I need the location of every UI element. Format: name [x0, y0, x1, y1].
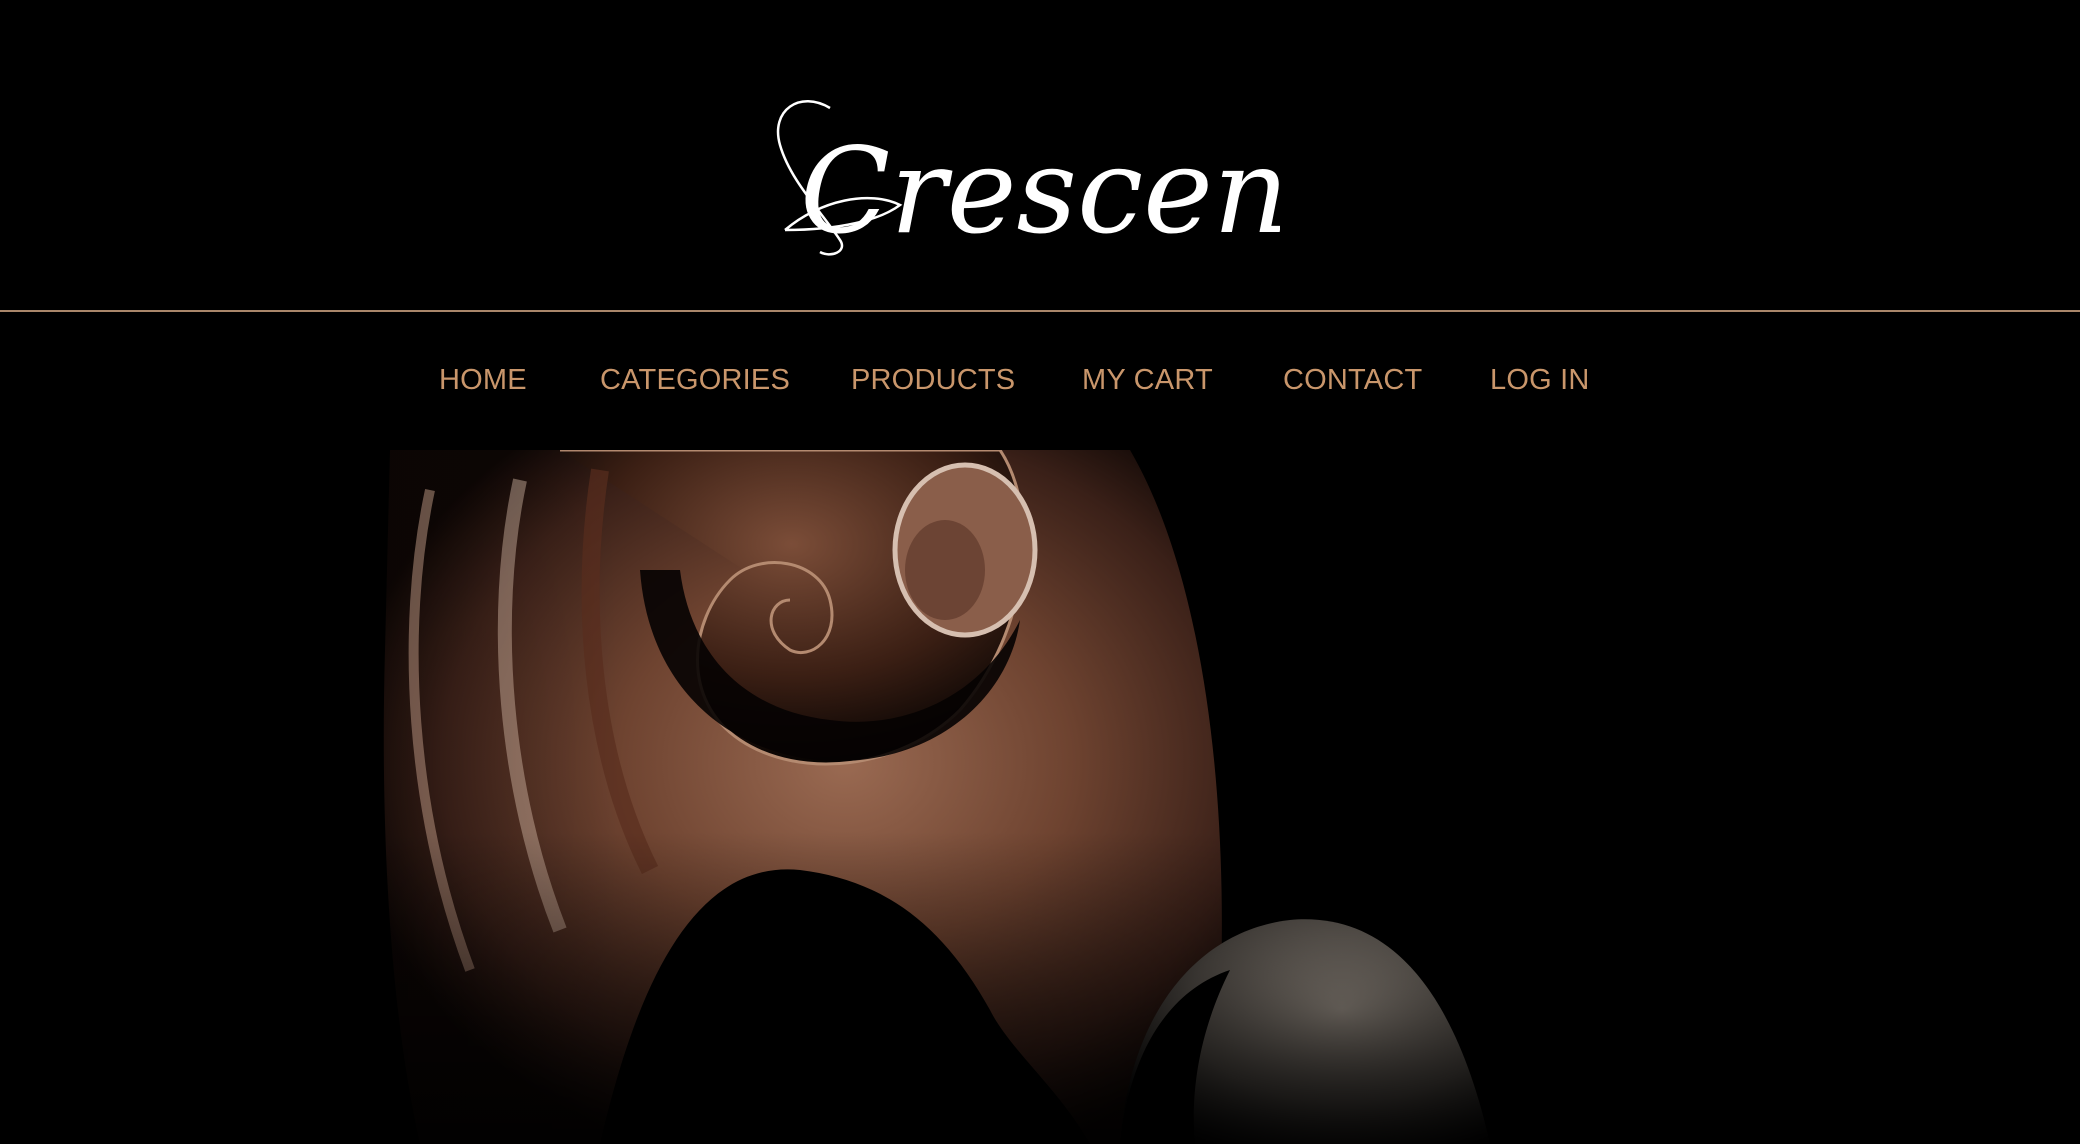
fade-bottom	[0, 450, 2080, 1144]
nav-home[interactable]: HOME	[439, 364, 527, 397]
nav-products[interactable]: PRODUCTS	[851, 364, 1015, 397]
site-header: Crescendo	[0, 0, 2080, 310]
nav-contact[interactable]: CONTACT	[1283, 364, 1422, 397]
brand-logo[interactable]: Crescendo	[760, 80, 1280, 270]
logo-text: Crescendo	[800, 122, 1280, 260]
nav-log-in[interactable]: LOG IN	[1490, 364, 1590, 397]
nav-categories[interactable]: CATEGORIES	[600, 364, 790, 397]
main-navigation: HOME CATEGORIES PRODUCTS MY CART CONTACT…	[0, 312, 2080, 450]
violin-scroll-image	[0, 450, 2080, 1144]
logo-script: Crescendo	[776, 100, 1280, 260]
hero-banner	[0, 450, 2080, 1144]
nav-my-cart[interactable]: MY CART	[1082, 364, 1213, 397]
